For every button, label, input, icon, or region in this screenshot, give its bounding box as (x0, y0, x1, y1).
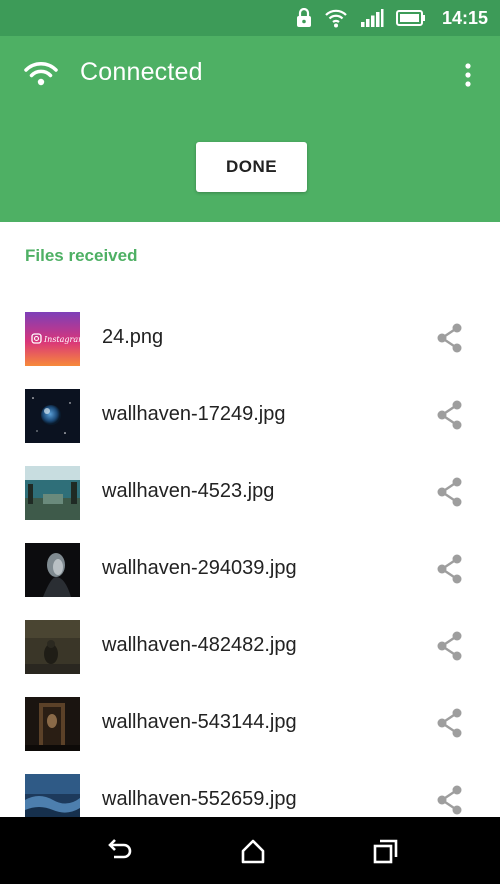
waterfall-image (25, 466, 80, 520)
planet-image (25, 389, 80, 443)
files-received-label: Files received (25, 246, 138, 265)
share-icon[interactable] (436, 477, 464, 507)
instagram-wordmark: Instagram (43, 335, 80, 344)
page-title: Connected (80, 58, 203, 86)
file-item[interactable]: wallhaven-482482.jpg (0, 608, 500, 686)
done-button[interactable]: DONE (196, 142, 307, 192)
file-item[interactable]: Instagram 24.png (0, 300, 500, 378)
file-name: wallhaven-17249.jpg (102, 403, 286, 425)
battery-icon (395, 10, 426, 26)
file-name: 24.png (102, 326, 164, 348)
share-icon[interactable] (436, 708, 464, 738)
wifi-signal-icon (324, 7, 348, 29)
file-item[interactable]: wallhaven-543144.jpg (0, 685, 500, 763)
connection-header: Connected DONE (0, 36, 500, 222)
dark-figure-image (25, 620, 80, 674)
back-icon[interactable] (104, 837, 134, 865)
navigation-bar (0, 817, 500, 884)
file-item[interactable]: wallhaven-4523.jpg (0, 454, 500, 532)
share-icon[interactable] (436, 323, 464, 353)
file-item[interactable]: wallhaven-294039.jpg (0, 531, 500, 609)
cell-signal-icon (360, 8, 384, 28)
share-icon[interactable] (436, 785, 464, 815)
status-time: 14:15 (441, 7, 488, 28)
recents-icon[interactable] (370, 837, 400, 865)
share-icon[interactable] (436, 631, 464, 661)
share-icon[interactable] (436, 400, 464, 430)
home-icon[interactable] (238, 837, 268, 865)
file-item[interactable]: wallhaven-17249.jpg (0, 377, 500, 455)
instagram-image: Instagram (25, 312, 80, 366)
file-name: wallhaven-552659.jpg (102, 788, 297, 810)
lock-icon (296, 8, 312, 28)
wifi-icon (24, 60, 58, 88)
portrait-image (25, 543, 80, 597)
doorway-image (25, 697, 80, 751)
status-bar: 14:15 (0, 0, 500, 36)
file-name: wallhaven-482482.jpg (102, 634, 297, 656)
file-name: wallhaven-543144.jpg (102, 711, 297, 733)
file-name: wallhaven-294039.jpg (102, 557, 297, 579)
file-name: wallhaven-4523.jpg (102, 480, 275, 502)
share-icon[interactable] (436, 554, 464, 584)
more-vert-icon[interactable] (462, 62, 474, 88)
